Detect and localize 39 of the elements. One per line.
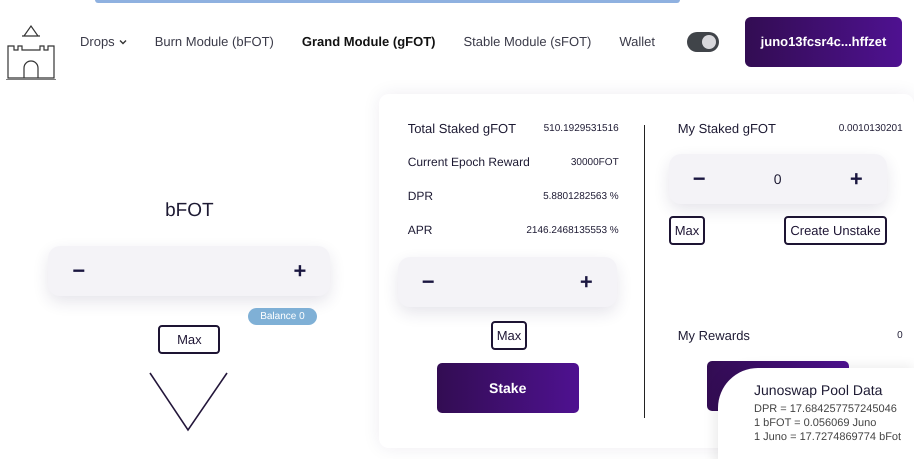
stat-value: 30000FOT	[570, 156, 619, 168]
stat-value: 0	[897, 330, 903, 340]
stat-label: DPR	[408, 189, 434, 203]
stat-value: 5.8801282563 %	[543, 190, 619, 202]
balance-badge: Balance 0	[248, 308, 317, 325]
stat-value: 510.1929531516	[544, 122, 619, 134]
minus-button[interactable]: −	[66, 258, 92, 284]
nav-link[interactable]: Stable Module (sFOT)	[463, 34, 592, 49]
nav-dropdown[interactable]: Drops	[80, 34, 127, 49]
nav-link[interactable]: Grand Module (gFOT)	[302, 34, 436, 49]
amount-value: 0	[774, 171, 782, 187]
popup-title: Junoswap Pool Data	[754, 382, 884, 398]
wallet-button[interactable]: juno13fcsr4c...hffzet	[745, 16, 902, 66]
plus-button[interactable]: +	[574, 269, 599, 295]
stat-value: 0.0010130201	[838, 122, 903, 134]
plus-button[interactable]: +	[287, 258, 312, 284]
minus-button[interactable]: −	[416, 269, 441, 295]
stat-label: My Rewards	[678, 328, 750, 342]
plus-button[interactable]: +	[844, 166, 869, 192]
stat-label: Total Staked gFOT	[408, 120, 516, 136]
max-button[interactable]: Max	[158, 325, 220, 354]
pool-data-line: 1 bFOT = 0.056069 Juno	[754, 416, 878, 430]
stat-value: 2146.2468135553 %	[526, 224, 619, 236]
stat-label: APR	[408, 223, 432, 237]
token-title: bFOT	[165, 200, 214, 222]
create-unstake-button[interactable]: Create Unstake	[784, 216, 887, 245]
minus-button[interactable]: −	[686, 166, 712, 192]
amount-stepper[interactable]: − 0 +	[668, 154, 887, 204]
stat-label: My Staked gFOT	[678, 120, 776, 136]
amount-stepper[interactable]: − +	[398, 257, 617, 307]
stake-button[interactable]: Stake	[436, 363, 579, 413]
stat-label: Current Epoch Reward	[408, 155, 530, 169]
nav-link[interactable]: Wallet	[619, 34, 655, 49]
pool-data-line: DPR = 17.684257757245046	[754, 402, 898, 416]
max-button[interactable]: Max	[490, 321, 528, 350]
nav-link[interactable]: Burn Module (bFOT)	[154, 34, 274, 49]
amount-stepper[interactable]: − +	[48, 246, 330, 296]
max-button[interactable]: Max	[668, 216, 706, 245]
pool-data-line: 1 Juno = 17.7274869774 bFot	[754, 430, 902, 444]
